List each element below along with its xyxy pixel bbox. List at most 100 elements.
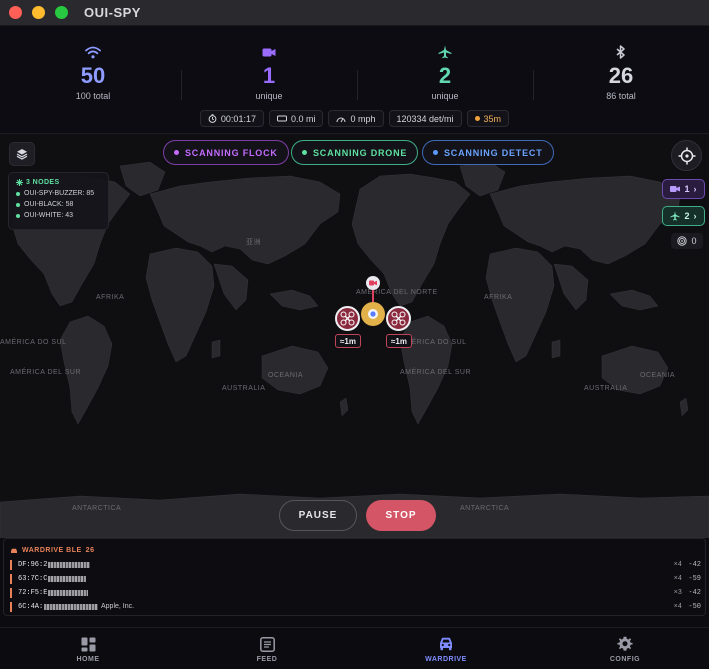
airplane-icon (357, 44, 533, 60)
map-label: AUSTRALIA (584, 385, 627, 392)
drone-distance-label: ≈1m (386, 334, 412, 348)
layers-button[interactable] (9, 142, 35, 166)
wardrive-row[interactable]: 6C:4A: Apple, Inc. ×4 -50 (10, 602, 702, 612)
status-dot (433, 150, 438, 155)
tab-feed[interactable]: FEED (222, 635, 312, 663)
status-dot (174, 150, 179, 155)
scan-drone-button[interactable]: SCANNING DRONE (291, 140, 419, 165)
map-label: OCEANIA (640, 372, 675, 379)
asterisk-icon (16, 179, 23, 186)
distance-value: 0.0 mi (290, 113, 316, 124)
tab-config[interactable]: CONFIG (580, 635, 670, 663)
video-camera-icon (369, 280, 377, 286)
tab-home-label: HOME (76, 656, 100, 663)
stat-bluetooth-value: 26 (608, 63, 634, 88)
scan-detect-button[interactable]: SCANNING DETECT (422, 140, 554, 165)
map-label: AUSTRALIA (222, 385, 265, 392)
camera-count: 1 (684, 184, 690, 194)
crosshair-icon (678, 147, 695, 164)
stat-drone-sub: unique (431, 91, 459, 101)
drone-count: 2 (684, 211, 690, 221)
radar-count: 0 (691, 236, 697, 246)
wardrive-row[interactable]: 72:F5:E ×3 -42 (10, 588, 702, 598)
stat-drone-value: 2 (438, 63, 452, 88)
airplane-icon (670, 211, 681, 221)
node-status-dot (16, 191, 20, 196)
nodes-header: 3 NODES (16, 179, 101, 186)
tab-home[interactable]: HOME (43, 635, 133, 663)
drone-distance-label: ≈1m (335, 334, 361, 348)
stat-drone: 2 unique (357, 44, 533, 101)
device-mac: 72:F5:E (18, 589, 48, 597)
bluetooth-icon (533, 44, 709, 60)
map-label: AFRIKA (484, 294, 512, 301)
wardrive-ble-panel: WARDRIVE BLE 26 DF:96:2 ×4 -42 63:7C:C ×… (3, 538, 706, 616)
feed-list-icon (222, 635, 312, 653)
node-label: OUI-SPY-BUZZER: 85 (24, 190, 95, 197)
wardrive-title: WARDRIVE BLE (22, 547, 82, 554)
seen-count: ×3 (673, 589, 682, 597)
chevron-right-icon: › (693, 211, 697, 221)
map-label: AMÉRICA DEL SUR (400, 367, 471, 376)
pause-button[interactable]: PAUSE (279, 500, 357, 531)
node-row: OUI-BLACK: 58 (16, 201, 101, 208)
wardrive-row[interactable]: 63:7C:C ×4 -59 (10, 574, 702, 584)
close-window-button[interactable] (9, 6, 22, 19)
seen-count: ×4 (673, 603, 682, 611)
redacted-text (48, 576, 86, 582)
zoom-window-button[interactable] (55, 6, 68, 19)
stop-button[interactable]: STOP (366, 500, 436, 531)
timer-pill: 00:01:17 (199, 110, 264, 127)
map-view[interactable]: AMÉRICA DO SUL AMÉRICA DEL SUR AFRIKA AU… (0, 134, 709, 538)
device-mac: 6C:4A: (18, 603, 44, 611)
bottom-tab-bar: HOME FEED WARDRIVE CONFIG (0, 627, 709, 669)
device-mac: 63:7C:C (18, 575, 48, 583)
wardrive-header: WARDRIVE BLE 26 (10, 547, 94, 554)
stat-wifi-value: 50 (80, 63, 106, 88)
video-camera-icon (670, 186, 681, 192)
camera-filter-button[interactable]: 1 › (662, 179, 705, 199)
current-location-marker (361, 302, 385, 326)
rate-pill: 120334 det/mi (388, 110, 462, 127)
map-label: AMÉRICA DEL SUR (10, 367, 81, 376)
stat-bluetooth: 26 86 total (533, 44, 709, 101)
rssi-value: -50 (688, 603, 701, 611)
window-title: OUI-SPY (84, 5, 141, 20)
map-label: 亚洲 (246, 238, 261, 246)
gear-icon (580, 635, 670, 653)
wardrive-row[interactable]: DF:96:2 ×4 -42 (10, 560, 702, 570)
car-icon (401, 635, 491, 653)
drone-filter-button[interactable]: 2 › (662, 206, 705, 226)
recenter-button[interactable] (671, 140, 702, 171)
device-vendor: Apple, Inc. (101, 603, 135, 610)
pin-stem (372, 290, 374, 302)
scan-detect-label: SCANNING DETECT (444, 147, 543, 158)
drone-marker[interactable] (335, 306, 360, 331)
ruler-icon (276, 115, 287, 122)
stat-camera-value: 1 (262, 63, 276, 88)
status-dot (302, 150, 307, 155)
node-status-dot (16, 202, 20, 207)
accuracy-pill: 35m (466, 110, 510, 127)
minimize-window-button[interactable] (32, 6, 45, 19)
tab-wardrive[interactable]: WARDRIVE (401, 635, 491, 663)
scan-drone-label: SCANNING DRONE (313, 147, 408, 158)
scan-flock-button[interactable]: SCANNING FLOCK (163, 140, 289, 165)
speed-pill: 0 mph (328, 110, 384, 127)
radar-count-badge[interactable]: 0 (671, 233, 703, 249)
distance-pill: 0.0 mi (268, 110, 324, 127)
map-label: ANTARCTICA (460, 505, 509, 512)
radar-icon (677, 236, 688, 246)
stat-camera-sub: unique (255, 91, 283, 101)
nodes-panel: 3 NODES OUI-SPY-BUZZER: 85 OUI-BLACK: 58… (8, 172, 109, 230)
flock-camera-pin[interactable] (366, 276, 380, 290)
speed-value: 0 mph (350, 113, 376, 124)
rssi-value: -59 (688, 575, 701, 583)
speedometer-icon (336, 117, 346, 122)
redacted-text (48, 590, 88, 596)
node-row: OUI-SPY-BUZZER: 85 (16, 190, 101, 197)
drone-marker[interactable] (386, 306, 411, 331)
seen-count: ×4 (673, 561, 682, 569)
drone-icon (391, 311, 406, 326)
gps-status-dot (474, 116, 480, 121)
